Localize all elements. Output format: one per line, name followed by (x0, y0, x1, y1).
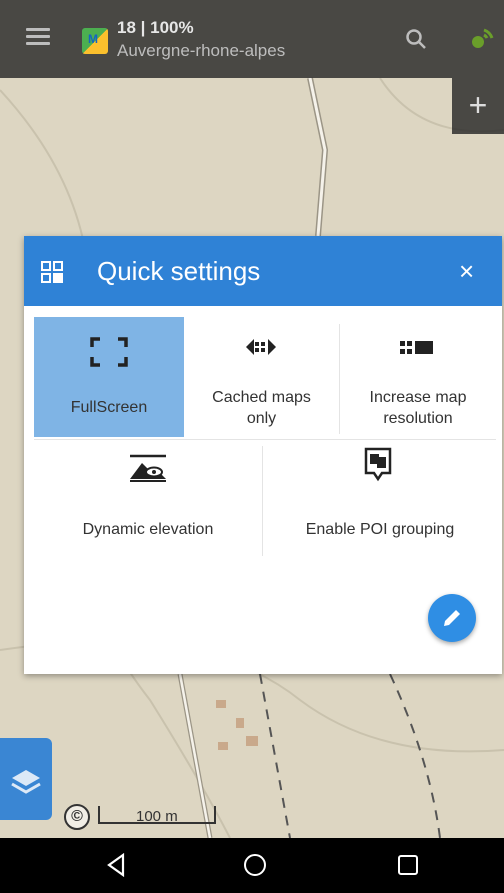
satellite-icon[interactable] (464, 24, 496, 56)
menu-icon[interactable] (26, 28, 50, 46)
map-manager-icon[interactable] (82, 28, 108, 54)
row-divider (34, 439, 496, 440)
search-icon[interactable] (405, 28, 427, 50)
tile-divider (339, 324, 340, 434)
zoom-in-button[interactable]: + (452, 78, 504, 134)
cached-maps-icon (246, 339, 276, 355)
tile-divider (262, 446, 263, 556)
quick-settings-icon (41, 261, 63, 283)
tile-label: Enable POI grouping (305, 521, 455, 538)
tile-label: Dynamic elevation (82, 521, 214, 538)
pencil-icon (444, 610, 460, 626)
copyright-icon[interactable]: © (64, 804, 90, 830)
scale-label: 100 m (136, 808, 178, 825)
tile-label: FullScreen (70, 399, 148, 416)
tile-dynamic-elevation[interactable]: Dynamic elevation (34, 443, 262, 559)
dynamic-elevation-icon (130, 454, 166, 482)
system-nav-bar (0, 838, 504, 893)
close-icon[interactable]: × (459, 256, 474, 287)
tile-fullscreen[interactable]: FullScreen (34, 317, 184, 437)
quick-settings-dialog: Quick settings × FullScreen Cached maps … (24, 236, 502, 674)
tile-cached-maps-only[interactable]: Cached maps only (184, 317, 339, 437)
zoom-battery-status: 18 | 100% (117, 18, 194, 37)
map-name: Auvergne-rhone-alpes (117, 41, 286, 60)
back-icon[interactable] (106, 853, 126, 877)
layers-button[interactable] (0, 738, 52, 820)
recent-apps-icon[interactable] (398, 855, 418, 875)
fullscreen-icon (90, 337, 128, 367)
tile-label: Cached maps only (212, 389, 311, 427)
dialog-header: Quick settings × (24, 236, 502, 306)
top-bar: 18 | 100% Auvergne-rhone-alpes (0, 0, 504, 78)
tile-increase-map-resolution[interactable]: Increase map resolution (340, 317, 496, 437)
dialog-title: Quick settings (97, 256, 261, 286)
poi-grouping-icon (364, 447, 392, 482)
tile-enable-poi-grouping[interactable]: Enable POI grouping (264, 443, 496, 559)
edit-button[interactable] (428, 594, 476, 642)
tile-label: Increase map resolution (369, 389, 467, 427)
home-icon[interactable] (244, 854, 266, 876)
map-resolution-icon (400, 341, 433, 354)
layers-icon (11, 770, 41, 794)
